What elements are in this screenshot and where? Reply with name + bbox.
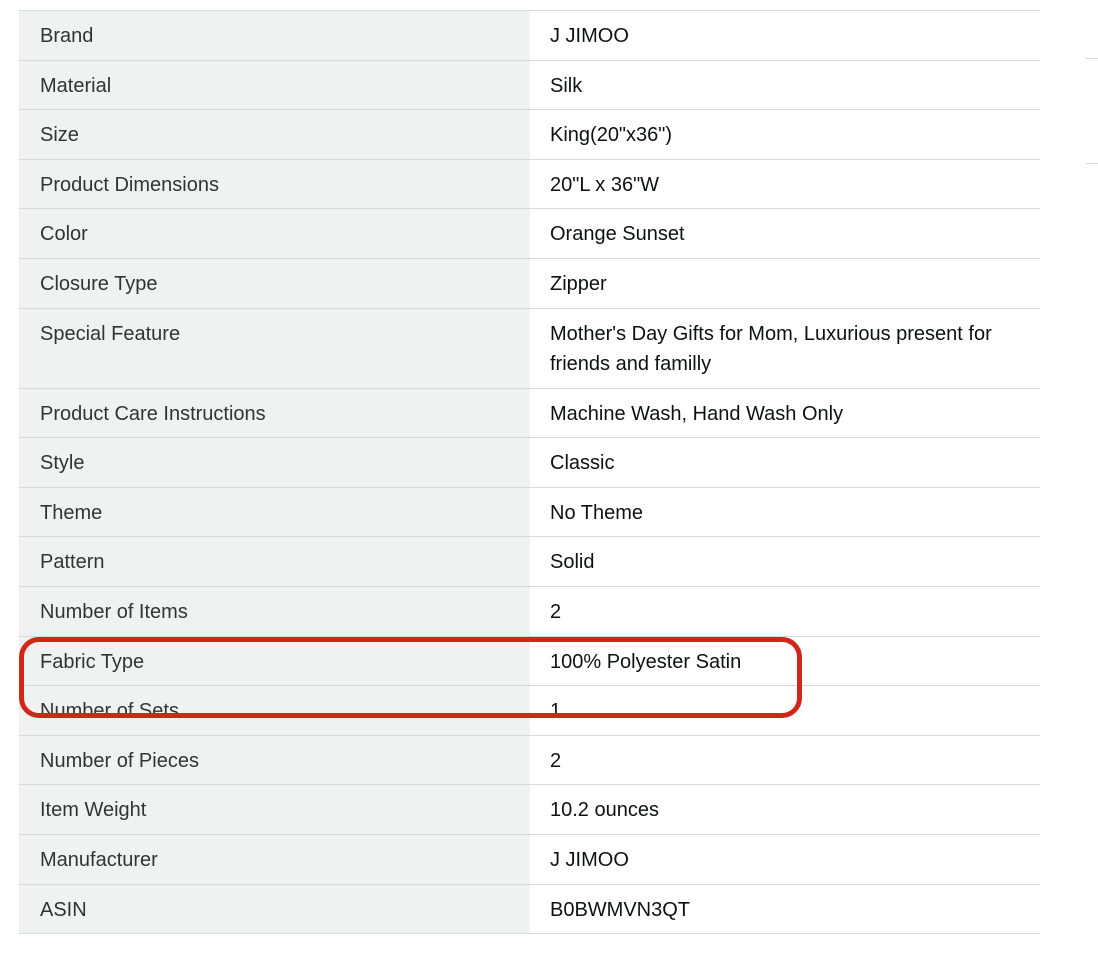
row-value: B0BWMVN3QT — [550, 898, 691, 921]
table-row-size: Size King(20"x36") — [19, 110, 1040, 160]
row-value: Orange Sunset — [550, 223, 685, 246]
row-value: Classic — [550, 452, 615, 475]
table-row-product-dimensions: Product Dimensions 20"L x 36"W — [19, 159, 1040, 210]
row-label: Color — [19, 209, 530, 258]
row-value: No Theme — [550, 501, 644, 524]
row-label: ASIN — [19, 884, 530, 934]
row-label: Product Care Instructions — [19, 388, 530, 438]
row-value: Zipper — [550, 272, 607, 295]
row-value: 2 — [550, 600, 562, 623]
row-value: Machine Wash, Hand Wash Only — [550, 402, 844, 425]
table-row-number-of-pieces: Number of Pieces 2 — [19, 735, 1040, 786]
row-label: Pattern — [19, 537, 530, 586]
row-value: Mother's Day Gifts for Mom, Luxurious pr… — [550, 322, 992, 375]
row-label: Number of Sets — [19, 686, 530, 735]
table-row-manufacturer: Manufacturer J JIMOO — [19, 834, 1040, 885]
table-row-material: Material Silk — [19, 60, 1040, 111]
table-row-style: Style Classic — [19, 438, 1040, 488]
table-row-theme: Theme No Theme — [19, 487, 1040, 538]
table-row-number-of-items: Number of Items 2 — [19, 586, 1040, 637]
row-value: 10.2 ounces — [550, 799, 659, 822]
row-label: Special Feature — [19, 308, 530, 388]
row-label: Size — [19, 110, 530, 159]
row-value: 2 — [550, 749, 562, 772]
row-value: 20"L x 36"W — [550, 173, 660, 196]
table-row-asin: ASIN B0BWMVN3QT — [19, 884, 1040, 935]
product-details-table: Brand J JIMOO Material Silk Size King(20… — [19, 10, 1040, 935]
row-value: King(20"x36") — [550, 124, 673, 147]
row-label: Closure Type — [19, 258, 530, 308]
row-label: Fabric Type — [19, 636, 530, 686]
row-label: Theme — [19, 487, 530, 537]
row-label: Number of Items — [19, 586, 530, 636]
row-value: J JIMOO — [550, 848, 629, 871]
table-row-closure-type: Closure Type Zipper — [19, 258, 1040, 309]
row-label: Product Dimensions — [19, 159, 530, 209]
table-row-number-of-sets: Number of Sets 1 — [19, 686, 1040, 736]
table-row-special-feature: Special Feature Mother's Day Gifts for M… — [19, 308, 1040, 389]
table-row-product-care-instructions: Product Care Instructions Machine Wash, … — [19, 388, 1040, 439]
table-row-color: Color Orange Sunset — [19, 209, 1040, 259]
row-value: J JIMOO — [550, 25, 629, 47]
table-row-pattern: Pattern Solid — [19, 537, 1040, 587]
row-label: Item Weight — [19, 785, 530, 834]
row-label: Style — [19, 438, 530, 487]
row-value: 100% Polyester Satin — [550, 650, 742, 673]
row-label: Material — [19, 60, 530, 110]
table-row-brand: Brand J JIMOO — [19, 11, 1040, 61]
row-value: 1 — [550, 700, 562, 723]
row-label: Brand — [19, 11, 530, 60]
row-label: Manufacturer — [19, 834, 530, 884]
row-label: Number of Pieces — [19, 735, 530, 785]
row-value: Solid — [550, 551, 595, 574]
table-row-item-weight: Item Weight 10.2 ounces — [19, 785, 1040, 835]
table-row-fabric-type: Fabric Type 100% Polyester Satin — [19, 636, 1040, 687]
side-divider-top — [1086, 58, 1098, 59]
row-value: Silk — [550, 74, 583, 97]
side-divider-bottom — [1086, 163, 1098, 164]
